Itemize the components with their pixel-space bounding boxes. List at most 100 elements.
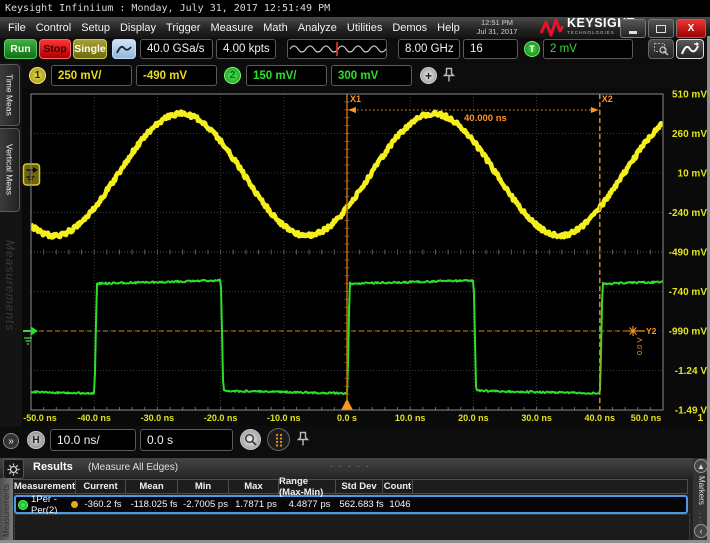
results-table: MeasurementCurrentMeanMinMaxRange (Max-M…: [14, 479, 688, 514]
channel1-button[interactable]: 1: [29, 67, 46, 84]
y-tick-label: 10 mV: [678, 169, 708, 180]
x-tick-label: -10.0 ns: [267, 413, 301, 423]
channel1-scale-field[interactable]: 250 mV/: [51, 65, 132, 86]
results-drag-handle[interactable]: . . . . .: [330, 459, 371, 469]
measurement-color-dot: [71, 501, 78, 508]
cell-mean: -118.025 fs: [128, 497, 180, 512]
x-tick-label: 10.0 ns: [395, 413, 426, 423]
y-tick-label: -740 mV: [669, 287, 708, 298]
cell-count: 1046: [385, 497, 415, 512]
measurement-row[interactable]: 1Per - Per(2) -360.2 fs-118.025 fs-2.7005…: [14, 495, 688, 514]
results-settings-button[interactable]: [3, 459, 24, 479]
results-subtitle: (Measure All Edges): [88, 462, 178, 473]
delta-time-label: 40.000 ns: [464, 113, 507, 124]
pin-hbar-button[interactable]: [297, 431, 309, 452]
horizontal-bar: H 10.0 ns/ 0.0 s »: [0, 426, 710, 457]
menu-items: FileControlSetupDisplayTriggerMeasureMat…: [3, 17, 465, 38]
cell-filler: [415, 497, 686, 512]
run-button[interactable]: Run: [4, 39, 37, 59]
timebase-position-field[interactable]: 0.0 s: [140, 429, 233, 451]
measurement-name: 1Per - Per(2): [31, 494, 68, 516]
channel-bar: 1 250 mV/ -490 mV 2 150 mV/ 300 mV +: [22, 63, 710, 89]
chevron-right-icon: »: [8, 436, 14, 447]
col-current[interactable]: Current: [76, 479, 126, 494]
single-curve-icon: [116, 43, 132, 55]
menu-demos[interactable]: Demos: [387, 22, 432, 34]
pin-channel-bar-button[interactable]: [443, 67, 455, 88]
cell-min: -2.7005 ps: [180, 497, 231, 512]
gear-icon: [7, 463, 20, 476]
col-mean[interactable]: Mean: [126, 479, 178, 494]
waveform-tools-button[interactable]: [676, 39, 704, 59]
stop-button[interactable]: Stop: [39, 39, 71, 59]
col-count[interactable]: Count: [383, 479, 413, 494]
channel2-number: 2: [230, 70, 236, 81]
window-buttons: X: [620, 19, 706, 38]
hbar-expand-button[interactable]: »: [3, 433, 19, 449]
channel2-offset-field[interactable]: 300 mV: [331, 65, 412, 86]
channel1-offset-field[interactable]: -490 mV: [136, 65, 217, 86]
menu-display[interactable]: Display: [115, 22, 161, 34]
trigger-icon[interactable]: T: [524, 41, 540, 57]
menu-help[interactable]: Help: [432, 22, 465, 34]
markers-button[interactable]: [267, 428, 290, 451]
x-tick-label: 0.0 s: [337, 413, 357, 423]
waveform-display[interactable]: X1X240.000 nsY20.0 V-50.0 ns-40.0 ns-30.…: [0, 88, 710, 428]
cell-range: 4.4877 ps: [281, 497, 338, 512]
waveform-preview[interactable]: [287, 39, 387, 59]
markers-collapse-button[interactable]: ▲: [694, 459, 708, 473]
col-measurement[interactable]: Measurement: [14, 479, 76, 494]
delta-arrow-right: [591, 107, 599, 113]
col-range-max-min-[interactable]: Range (Max-Min): [279, 479, 336, 494]
trigger-time-marker[interactable]: [341, 399, 353, 410]
menu-file[interactable]: File: [3, 22, 31, 34]
waveform-preview-icon: [288, 40, 386, 58]
markers-tab[interactable]: Markers: [697, 476, 706, 505]
markers-prev-button[interactable]: ‹: [694, 524, 708, 538]
zoom-region-icon: [653, 42, 669, 56]
zoom-button[interactable]: [240, 429, 261, 450]
magnifier-icon: [244, 433, 257, 446]
maximize-button[interactable]: [648, 19, 674, 38]
menu-measure[interactable]: Measure: [205, 22, 258, 34]
horizontal-button[interactable]: H: [27, 431, 45, 449]
y-tick-label: -240 mV: [669, 208, 708, 219]
channel2-button[interactable]: 2: [224, 67, 241, 84]
timebase-scale-field[interactable]: 10.0 ns/: [50, 429, 136, 451]
markers-dots: ...: [699, 510, 701, 522]
channel2-scale-field[interactable]: 150 mV/: [246, 65, 327, 86]
menu-analyze[interactable]: Analyze: [293, 22, 342, 34]
menu-setup[interactable]: Setup: [76, 22, 115, 34]
measurement-status-icon: [18, 500, 28, 510]
add-waveform-button[interactable]: +: [420, 67, 437, 84]
delta-arrow-left: [348, 107, 356, 113]
plus-icon: +: [425, 69, 432, 83]
cell-current: -360.2 fs: [78, 497, 128, 512]
menu-control[interactable]: Control: [31, 22, 76, 34]
averages-field[interactable]: 16: [463, 39, 518, 59]
oscilloscope-app: Keysight Infiniium : Monday, July 31, 20…: [0, 0, 710, 543]
maximize-icon: [656, 25, 666, 33]
col-max[interactable]: Max: [229, 479, 279, 494]
menu-trigger[interactable]: Trigger: [161, 22, 205, 34]
bandwidth-field[interactable]: 8.00 GHz: [398, 39, 460, 59]
col-std-dev[interactable]: Std Dev: [336, 479, 383, 494]
minimize-button[interactable]: [620, 19, 646, 38]
window-title: Keysight Infiniium : Monday, July 31, 20…: [0, 0, 710, 17]
measurements-tab[interactable]: Measurements: [0, 478, 13, 543]
menu-math[interactable]: Math: [258, 22, 292, 34]
close-button[interactable]: X: [676, 19, 706, 38]
menu-utilities[interactable]: Utilities: [342, 22, 387, 34]
clock-time: 12:51 PM: [462, 18, 532, 27]
zoom-region-button[interactable]: [648, 39, 674, 59]
col-min[interactable]: Min: [178, 479, 229, 494]
y-tick-label: -1.24 V: [675, 366, 708, 377]
acquisition-mode-button[interactable]: [112, 39, 136, 59]
cell-std_dev: 562.683 fs: [338, 497, 385, 512]
y2-value-label: 0.0 V: [635, 337, 644, 355]
single-button[interactable]: Single: [73, 39, 107, 59]
cell-max: 1.7871 ps: [231, 497, 281, 512]
memory-depth-field[interactable]: 4.00 kpts: [216, 39, 276, 59]
trigger-level-field[interactable]: 2 mV: [543, 39, 633, 59]
sample-rate-field[interactable]: 40.0 GSa/s: [140, 39, 213, 59]
